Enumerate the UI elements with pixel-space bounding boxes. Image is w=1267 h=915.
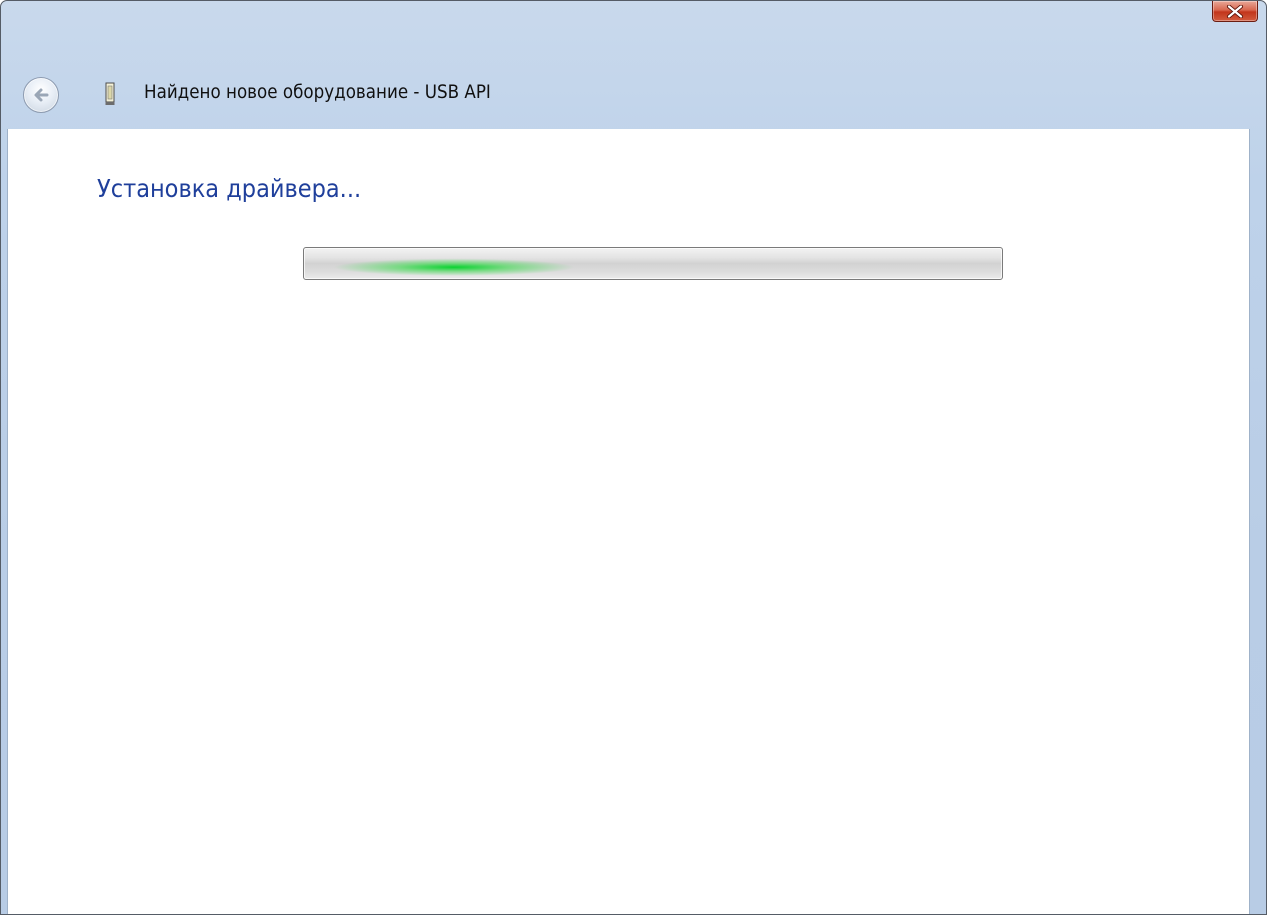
close-button[interactable] xyxy=(1212,1,1258,22)
wizard-window: Найдено новое оборудование - USB API Уст… xyxy=(0,0,1267,915)
content-area: Установка драйвера... xyxy=(7,129,1250,914)
progress-marquee xyxy=(334,248,574,279)
usb-device-icon xyxy=(105,82,115,105)
close-icon xyxy=(1227,4,1243,18)
window-title: Найдено новое оборудование - USB API xyxy=(144,81,491,103)
page-heading: Установка драйвера... xyxy=(97,174,362,203)
back-button[interactable] xyxy=(23,77,59,113)
back-arrow-icon xyxy=(34,88,49,102)
progress-bar xyxy=(303,247,1003,280)
title-bar: Найдено новое оборудование - USB API xyxy=(1,1,1266,129)
